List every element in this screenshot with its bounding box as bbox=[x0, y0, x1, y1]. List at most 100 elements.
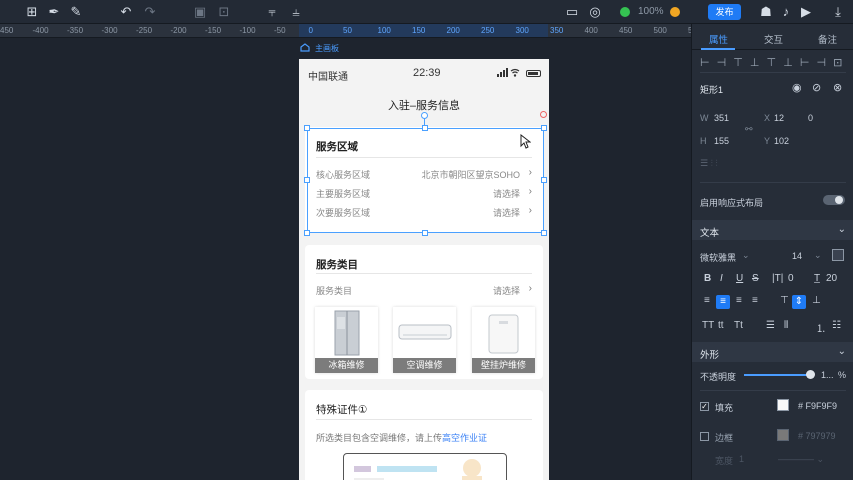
align-center-icon[interactable]: ≡ bbox=[716, 295, 730, 309]
add-frame-icon[interactable]: ⊞ bbox=[24, 4, 40, 20]
border-color-swatch[interactable] bbox=[777, 429, 789, 441]
resize-handle-ne[interactable] bbox=[541, 125, 547, 131]
resize-handle-nw[interactable] bbox=[304, 125, 310, 131]
appearance-section-header[interactable]: 外形 ⌄ bbox=[692, 342, 853, 362]
responsive-label: 启用响应式布局 bbox=[700, 198, 764, 208]
responsive-toggle[interactable] bbox=[823, 195, 845, 205]
tile-fridge-repair[interactable]: 冰箱维修 bbox=[315, 307, 378, 373]
ban-icon[interactable]: ⊘ bbox=[812, 81, 821, 94]
border-style-select[interactable]: ———— ⌄ bbox=[778, 454, 824, 465]
resize-handle-e[interactable] bbox=[541, 177, 547, 183]
ruler-tick-label: 200 bbox=[446, 26, 460, 35]
tile-boiler-repair[interactable]: 壁挂炉维修 bbox=[472, 307, 535, 373]
border-checkbox[interactable] bbox=[700, 432, 709, 441]
fill-hex[interactable]: # F9F9F9 bbox=[798, 401, 837, 411]
zoom-out-icon[interactable] bbox=[620, 7, 630, 17]
crop-icon[interactable]: ⊡ bbox=[216, 4, 232, 20]
align-left-icon[interactable]: ≡ bbox=[704, 295, 710, 306]
align-right-icon[interactable]: ≡ bbox=[736, 295, 742, 306]
border-width-input[interactable]: 1 bbox=[739, 454, 744, 464]
play-icon[interactable]: ▶ bbox=[798, 4, 814, 20]
text-section-header[interactable]: 文本 ⌄ bbox=[692, 220, 853, 240]
target-icon[interactable]: ◎ bbox=[587, 4, 603, 20]
font-select[interactable]: 微软雅黑 bbox=[700, 251, 736, 264]
font-size-input[interactable]: 14 bbox=[792, 251, 802, 261]
resize-handle-sw[interactable] bbox=[304, 230, 310, 236]
valign-bottom-icon[interactable]: ⊥ bbox=[812, 295, 821, 306]
align-toolbar[interactable]: ⊢ ⊣ ⊤ ⊥ ⊤ ⊥ ⊢ ⊣ ⊡ bbox=[700, 56, 844, 69]
columns-icon[interactable]: ⫴ bbox=[784, 320, 788, 331]
align-bottom-icon[interactable]: ⫨ bbox=[288, 4, 304, 20]
screen-icon[interactable]: ▭ bbox=[564, 4, 580, 20]
delete-icon[interactable]: ⊗ bbox=[833, 81, 842, 94]
pencil-icon[interactable]: ✎ bbox=[68, 4, 84, 20]
special-cert-card[interactable]: 特殊证件① 所选类目包含空调维修，请上传高空作业证 bbox=[305, 390, 543, 480]
unordered-list-icon[interactable]: ☷ bbox=[832, 320, 841, 331]
fill-checkbox[interactable]: ✓ bbox=[700, 402, 709, 411]
download-icon[interactable]: ⤓ bbox=[830, 4, 846, 20]
x-input[interactable]: 12 bbox=[774, 113, 784, 123]
ruler-tick-label: -350 bbox=[67, 26, 84, 35]
underline-icon[interactable]: U bbox=[736, 273, 743, 284]
height-input[interactable]: 155 bbox=[714, 136, 729, 146]
tab-notes[interactable]: 备注 bbox=[818, 32, 837, 46]
resize-handle-w[interactable] bbox=[304, 177, 310, 183]
w-label: W bbox=[700, 113, 709, 123]
mouse-cursor-icon bbox=[520, 134, 531, 149]
opacity-value[interactable]: 1... bbox=[821, 370, 834, 380]
pen-icon[interactable]: ✒ bbox=[46, 4, 62, 20]
category-row[interactable]: 服务类目 请选择 › bbox=[316, 283, 532, 296]
resize-handle-se[interactable] bbox=[541, 230, 547, 236]
opacity-slider-track[interactable] bbox=[744, 374, 810, 376]
strikethrough-icon[interactable]: S bbox=[752, 273, 759, 284]
width-input[interactable]: 351 bbox=[714, 113, 729, 123]
link-icon[interactable]: ⚯ bbox=[745, 124, 753, 135]
valign-middle-icon[interactable]: ⇕ bbox=[792, 295, 806, 309]
ordered-list-icon[interactable]: ⒈ bbox=[816, 320, 826, 335]
undo-icon[interactable]: ↶ bbox=[118, 4, 134, 20]
radius-handle[interactable] bbox=[540, 111, 547, 118]
zoom-in-icon[interactable] bbox=[670, 7, 680, 17]
align-top-icon[interactable]: ⫧ bbox=[264, 4, 280, 20]
selection-box[interactable] bbox=[304, 125, 547, 236]
border-width-label: 宽度 bbox=[715, 456, 734, 466]
italic-icon[interactable]: I bbox=[720, 273, 723, 284]
border-hex[interactable]: # 797979 bbox=[798, 431, 836, 441]
eye-icon[interactable]: ◉ bbox=[792, 81, 802, 94]
fill-color-swatch[interactable] bbox=[777, 399, 789, 411]
opacity-slider-knob[interactable] bbox=[806, 370, 815, 379]
text-capitalize-icon[interactable]: tt bbox=[718, 320, 724, 331]
tab-interaction[interactable]: 交互 bbox=[764, 32, 783, 46]
mic-icon[interactable]: ♪ bbox=[778, 4, 794, 20]
y-input[interactable]: 102 bbox=[774, 136, 789, 146]
publish-button[interactable]: 发布 bbox=[708, 4, 741, 20]
cert-link[interactable]: 高空作业证 bbox=[442, 433, 487, 443]
text-transform-icon[interactable]: TT bbox=[702, 320, 714, 331]
align-justify-icon[interactable]: ≡ bbox=[752, 295, 758, 306]
resize-handle-s[interactable] bbox=[422, 230, 428, 236]
service-category-card[interactable]: 服务类目 服务类目 请选择 › 冰箱维修 空调维修 壁挂炉维修 bbox=[305, 245, 543, 379]
x-label: X bbox=[764, 113, 771, 123]
letter-spacing-input[interactable]: 0 bbox=[788, 273, 794, 284]
layer-name[interactable]: 矩形1 bbox=[700, 83, 723, 96]
rotation-handle[interactable] bbox=[421, 112, 428, 119]
category-tiles: 冰箱维修 空调维修 壁挂炉维修 bbox=[315, 307, 535, 373]
list-icon[interactable]: ☰ bbox=[766, 320, 775, 331]
row-label: 服务类目 bbox=[316, 286, 353, 296]
panel-tabs: 属性 交互 备注 bbox=[692, 24, 853, 50]
text-title-icon[interactable]: Tt bbox=[734, 320, 743, 331]
text-color-swatch[interactable] bbox=[832, 249, 844, 261]
tab-properties[interactable]: 属性 bbox=[709, 32, 728, 46]
resize-handle-n[interactable] bbox=[422, 125, 428, 131]
cert-upload-preview[interactable] bbox=[343, 453, 507, 480]
user-group-icon[interactable]: ☗ bbox=[758, 4, 774, 20]
tile-ac-repair[interactable]: 空调维修 bbox=[393, 307, 456, 373]
redo-icon[interactable]: ↷ bbox=[142, 4, 158, 20]
rotation-input[interactable]: 0 bbox=[808, 113, 813, 123]
breadcrumb[interactable]: 主画板 bbox=[300, 43, 339, 54]
valign-top-icon[interactable]: ⊤ bbox=[780, 295, 789, 306]
line-height-input[interactable]: 20 bbox=[826, 273, 837, 284]
bold-icon[interactable]: B bbox=[704, 273, 711, 284]
image-icon[interactable]: ▣ bbox=[192, 4, 208, 20]
y-label: Y bbox=[764, 136, 771, 146]
